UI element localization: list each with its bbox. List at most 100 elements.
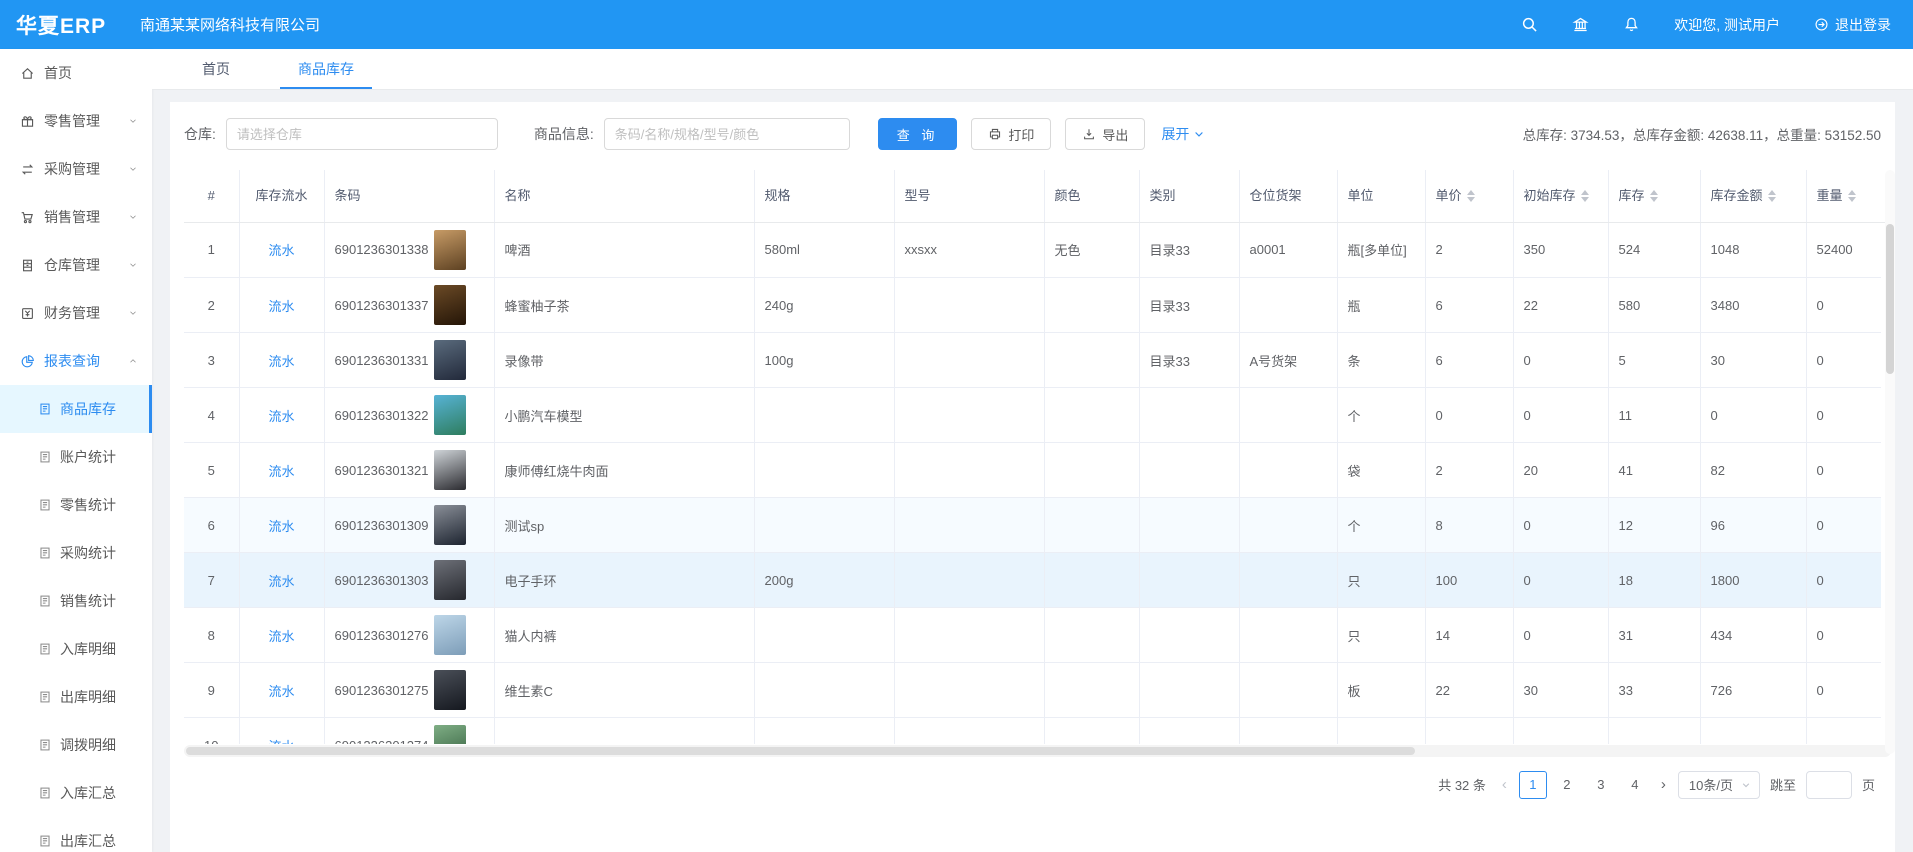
sort-desc-icon[interactable]: [1848, 197, 1856, 202]
column-header-库存金额[interactable]: 库存金额: [1700, 170, 1806, 222]
sort-desc-icon[interactable]: [1467, 197, 1475, 202]
jump-page-input[interactable]: [1806, 771, 1852, 799]
product-image[interactable]: [434, 560, 466, 600]
cell-weight: 0: [1806, 663, 1881, 718]
sidebar-item-仓库管理[interactable]: 仓库管理: [0, 241, 152, 289]
pagination: 共 32 条 ‹ 1234 › 10条/页 跳至 页: [184, 771, 1875, 799]
flow-link[interactable]: 流水: [268, 464, 294, 479]
sort-asc-icon[interactable]: [1848, 190, 1856, 195]
sort-carets[interactable]: [1581, 190, 1589, 202]
table-body-scroll[interactable]: 1流水6901236301338啤酒580mlxxsxx无色目录33a0001瓶…: [184, 223, 1881, 744]
sidebar-subitem-入库明细[interactable]: 入库明细: [0, 625, 152, 673]
sort-asc-icon[interactable]: [1650, 190, 1658, 195]
flow-link[interactable]: 流水: [268, 629, 294, 644]
product-image[interactable]: [434, 450, 466, 490]
table-row[interactable]: 7流水6901236301303电子手环200g只10001818000: [184, 553, 1881, 608]
cell-price: 22: [1425, 663, 1513, 718]
sort-asc-icon[interactable]: [1581, 190, 1589, 195]
sort-asc-icon[interactable]: [1768, 190, 1776, 195]
page-button-2[interactable]: 2: [1553, 771, 1581, 799]
tab-home-label: 首页: [202, 59, 230, 79]
table-row[interactable]: 10流水6901236301274: [184, 718, 1881, 744]
product-image[interactable]: [434, 725, 466, 744]
column-header-单价[interactable]: 单价: [1425, 170, 1513, 222]
expand-toggle[interactable]: 展开: [1161, 124, 1205, 144]
flow-link[interactable]: 流水: [268, 243, 294, 258]
product-image[interactable]: [434, 230, 466, 270]
table-row[interactable]: 9流水6901236301275维生素C板2230337260: [184, 663, 1881, 718]
column-label: 重量: [1817, 187, 1843, 205]
sort-carets[interactable]: [1650, 190, 1658, 202]
page-size-select[interactable]: 10条/页: [1678, 771, 1760, 799]
sidebar-item-采购管理[interactable]: 采购管理: [0, 145, 152, 193]
sort-desc-icon[interactable]: [1581, 197, 1589, 202]
bank-icon[interactable]: [1572, 16, 1589, 33]
product-image[interactable]: [434, 670, 466, 710]
sidebar-subitem-调拨明细[interactable]: 调拨明细: [0, 721, 152, 769]
product-image[interactable]: [434, 615, 466, 655]
page-button-3[interactable]: 3: [1587, 771, 1615, 799]
vertical-scrollbar[interactable]: [1885, 170, 1895, 754]
prev-page-button[interactable]: ‹: [1500, 776, 1509, 793]
sort-carets[interactable]: [1768, 190, 1776, 202]
sidebar-item-财务管理[interactable]: 财务管理: [0, 289, 152, 337]
vertical-scrollbar-thumb[interactable]: [1886, 224, 1894, 374]
page-button-1[interactable]: 1: [1519, 771, 1547, 799]
table-row[interactable]: 1流水6901236301338啤酒580mlxxsxx无色目录33a0001瓶…: [184, 223, 1881, 278]
next-page-button[interactable]: ›: [1659, 776, 1668, 793]
sidebar-subitem-出库明细[interactable]: 出库明细: [0, 673, 152, 721]
flow-link[interactable]: 流水: [268, 684, 294, 699]
column-header-初始库存[interactable]: 初始库存: [1513, 170, 1608, 222]
sort-carets[interactable]: [1848, 190, 1856, 202]
tab-home[interactable]: 首页: [196, 49, 236, 89]
horizontal-scrollbar-thumb[interactable]: [186, 747, 1415, 755]
column-header-库存[interactable]: 库存: [1608, 170, 1700, 222]
warehouse-select[interactable]: [226, 118, 498, 150]
welcome-user[interactable]: 欢迎您, 测试用户: [1674, 15, 1780, 35]
sidebar-item-零售管理[interactable]: 零售管理: [0, 97, 152, 145]
sidebar-item-销售管理[interactable]: 销售管理: [0, 193, 152, 241]
column-header-重量[interactable]: 重量: [1806, 170, 1891, 222]
sidebar-item-首页[interactable]: 首页: [0, 49, 152, 97]
table-row[interactable]: 2流水6901236301337蜂蜜柚子茶240g目录33瓶6225803480…: [184, 278, 1881, 333]
flow-link[interactable]: 流水: [268, 519, 294, 534]
page-button-4[interactable]: 4: [1621, 771, 1649, 799]
sort-carets[interactable]: [1467, 190, 1475, 202]
bell-icon[interactable]: [1623, 16, 1640, 33]
sort-desc-icon[interactable]: [1768, 197, 1776, 202]
flow-link[interactable]: 流水: [268, 409, 294, 424]
search-icon[interactable]: [1521, 16, 1538, 33]
sidebar-item-报表查询[interactable]: 报表查询: [0, 337, 152, 385]
product-image[interactable]: [434, 505, 466, 545]
flow-link[interactable]: 流水: [268, 739, 294, 744]
sidebar-subitem-商品库存[interactable]: 商品库存: [0, 385, 152, 433]
sort-asc-icon[interactable]: [1467, 190, 1475, 195]
table-row[interactable]: 4流水6901236301322小鹏汽车模型个001100: [184, 388, 1881, 443]
table-row[interactable]: 8流水6901236301276猫人内裤只140314340: [184, 608, 1881, 663]
horizontal-scrollbar[interactable]: [184, 745, 1891, 757]
table-row[interactable]: 6流水6901236301309测试sp个8012960: [184, 498, 1881, 553]
flow-link[interactable]: 流水: [268, 574, 294, 589]
sidebar-subitem-label: 账户统计: [60, 447, 116, 467]
product-image[interactable]: [434, 395, 466, 435]
sidebar-subitem-销售统计[interactable]: 销售统计: [0, 577, 152, 625]
product-info-input[interactable]: [604, 118, 850, 150]
flow-link[interactable]: 流水: [268, 354, 294, 369]
tab-product-inventory[interactable]: 商品库存: [292, 49, 360, 89]
sidebar-subitem-账户统计[interactable]: 账户统计: [0, 433, 152, 481]
table-row[interactable]: 3流水6901236301331录像带100g目录33A号货架条605300: [184, 333, 1881, 388]
logout-button[interactable]: 退出登录: [1814, 15, 1891, 35]
cell-init-stock: 22: [1513, 278, 1608, 333]
table-row[interactable]: 5流水6901236301321康师傅红烧牛肉面袋22041820: [184, 443, 1881, 498]
product-image[interactable]: [434, 340, 466, 380]
product-image[interactable]: [434, 285, 466, 325]
flow-link[interactable]: 流水: [268, 299, 294, 314]
sidebar-subitem-采购统计[interactable]: 采购统计: [0, 529, 152, 577]
print-button[interactable]: 打印: [971, 118, 1051, 150]
sort-desc-icon[interactable]: [1650, 197, 1658, 202]
sidebar-subitem-出库汇总[interactable]: 出库汇总: [0, 817, 152, 852]
sidebar-subitem-零售统计[interactable]: 零售统计: [0, 481, 152, 529]
sidebar-subitem-入库汇总[interactable]: 入库汇总: [0, 769, 152, 817]
export-button[interactable]: 导出: [1065, 118, 1145, 150]
search-button[interactable]: 查 询: [878, 118, 958, 150]
